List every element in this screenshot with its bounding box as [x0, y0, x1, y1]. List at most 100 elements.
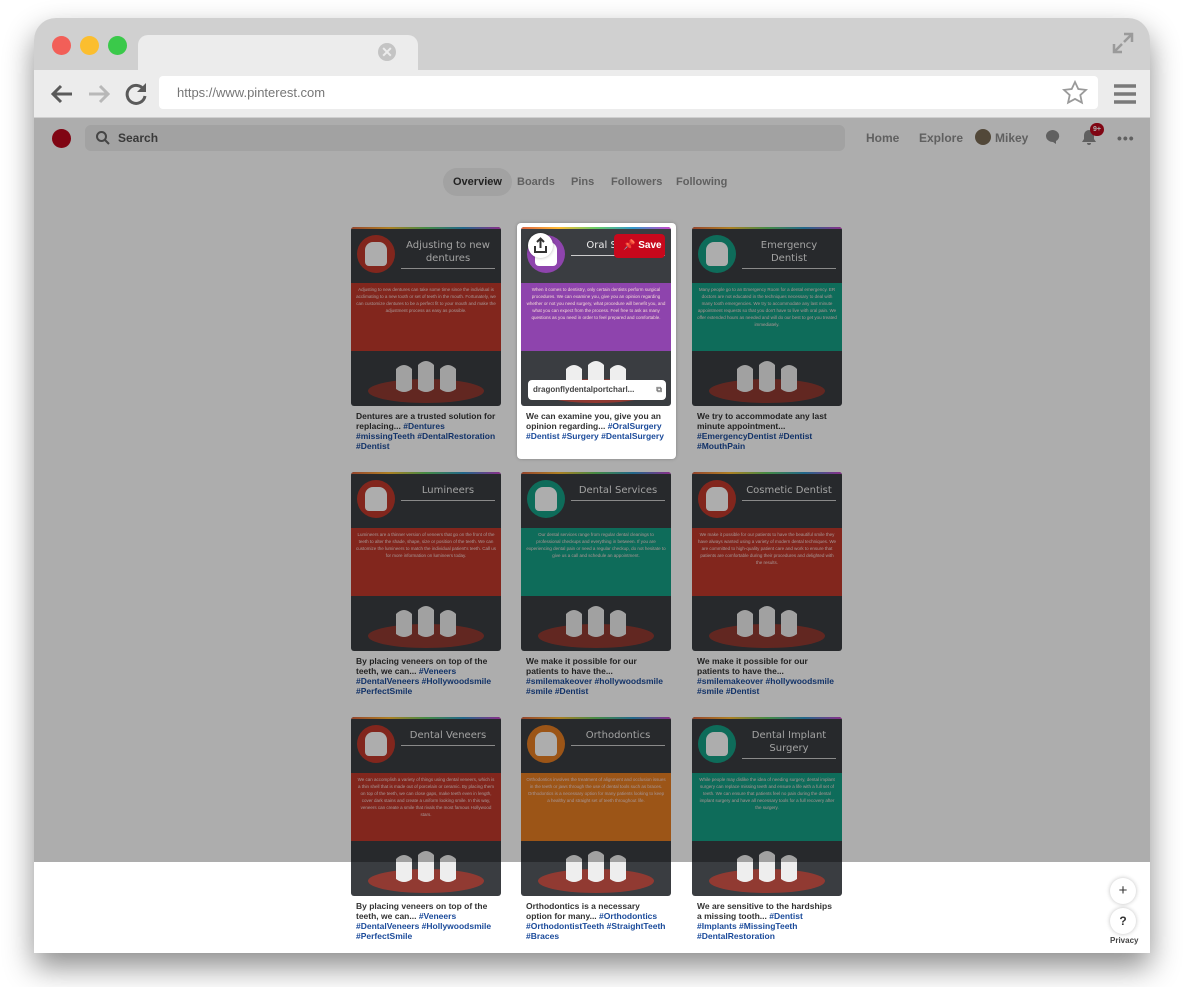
privacy-link[interactable]: Privacy [1110, 936, 1138, 945]
color-stripe [521, 472, 671, 474]
pin-body-text: Orthodontics involves the treatment of a… [521, 773, 671, 841]
more-options-icon[interactable]: ••• [1117, 130, 1135, 146]
pin-body-text: While people may dislike the idea of nee… [692, 773, 842, 841]
nav-explore-link[interactable]: Explore [919, 131, 963, 145]
pin-body-text: Lumineers are a thinner version of venee… [351, 528, 501, 596]
pin-description: We try to accommodate any last minute ap… [697, 411, 839, 451]
profile-tabs: Overview Boards Pins Followers Following [34, 168, 1150, 198]
browser-window: ✕ https://www.pinterest.com Search Home … [34, 18, 1150, 953]
tooth-icon [535, 732, 557, 756]
color-stripe [521, 717, 671, 719]
source-link-text: dragonflydentalportcharl... [533, 385, 635, 394]
color-stripe [351, 472, 501, 474]
pin-body-text: When it comes to dentistry, only certain… [521, 283, 671, 351]
search-placeholder: Search [118, 131, 159, 145]
tab-overview[interactable]: Overview [443, 168, 512, 196]
tooth-icon [706, 487, 728, 511]
color-stripe [692, 472, 842, 474]
pin-body-text: Our dental services range from regular d… [521, 528, 671, 596]
teeth-illustration [368, 606, 484, 648]
pin-title: Dental Veneers [401, 729, 495, 746]
reload-icon[interactable] [122, 80, 150, 108]
pin-body-text: We can accomplish a variety of things us… [351, 773, 501, 841]
teeth-illustration [368, 361, 484, 403]
pin-image[interactable]: Emergency Dentist Many people go to an Em… [692, 227, 842, 406]
color-stripe [351, 227, 501, 229]
fullscreen-icon[interactable] [1110, 30, 1136, 56]
maximize-window-button[interactable] [108, 36, 127, 55]
add-pin-button[interactable]: + [1110, 878, 1136, 904]
pin-description: We can examine you, give you an opinion … [526, 411, 668, 441]
teeth-illustration [538, 851, 654, 893]
pin-title: Adjusting to new dentures [401, 239, 495, 269]
pin-title: Dental Implant Surgery [742, 729, 836, 759]
save-button[interactable]: 📌 Save [614, 234, 665, 258]
tab-pins[interactable]: Pins [561, 168, 604, 196]
pin-title: Cosmetic Dentist [742, 484, 836, 501]
address-bar: https://www.pinterest.com [34, 70, 1150, 118]
messages-icon[interactable] [1045, 129, 1061, 145]
close-window-button[interactable] [52, 36, 71, 55]
teeth-illustration [538, 606, 654, 648]
share-icon [534, 237, 547, 253]
pinterest-page: Search Home Explore Mikey 9+ ••• Overvie… [34, 118, 1150, 953]
teeth-illustration [709, 606, 825, 648]
tooth-icon [706, 732, 728, 756]
tooth-icon [706, 242, 728, 266]
pin-description: We make it possible for our patients to … [697, 656, 839, 696]
nav-user-link[interactable]: Mikey [995, 131, 1028, 145]
minimize-window-button[interactable] [80, 36, 99, 55]
pin-hashtags[interactable]: #smilemakeover #hollywoodsmile #smile #D… [526, 676, 663, 696]
pin-hashtags[interactable]: #EmergencyDentist #Dentist #MouthPain [697, 431, 812, 451]
help-button[interactable]: ? [1110, 908, 1136, 934]
search-input[interactable]: Search [85, 125, 845, 151]
pin-hashtags[interactable]: #smilemakeover #hollywoodsmile #smile #D… [697, 676, 834, 696]
color-stripe [692, 227, 842, 229]
pin-image[interactable]: Dental Services Our dental services range… [521, 472, 671, 651]
back-arrow-icon[interactable] [48, 80, 76, 108]
tab-boards[interactable]: Boards [507, 168, 565, 196]
tab-followers[interactable]: Followers [601, 168, 672, 196]
tooth-icon [365, 732, 387, 756]
color-stripe [351, 717, 501, 719]
hamburger-menu-icon[interactable] [1112, 82, 1138, 106]
pin-description: By placing veneers on top of the teeth, … [356, 901, 498, 941]
pin-title: Lumineers [401, 484, 495, 501]
pin-image[interactable]: Dental Implant Surgery While people may d… [692, 717, 842, 896]
avatar[interactable] [975, 129, 991, 145]
teeth-illustration [709, 851, 825, 893]
send-pin-button[interactable] [528, 233, 553, 258]
tab-following[interactable]: Following [666, 168, 737, 196]
teeth-illustration [368, 851, 484, 893]
pin-icon: 📌 [623, 240, 636, 251]
url-field[interactable]: https://www.pinterest.com [159, 76, 1098, 109]
pin-description: Dentures are a trusted solution for repl… [356, 411, 498, 451]
color-stripe [521, 227, 671, 229]
pin-desc-text: We make it possible for our patients to … [526, 656, 637, 676]
pin-image[interactable]: Dental Veneers We can accomplish a variet… [351, 717, 501, 896]
pin-image[interactable]: Lumineers Lumineers are a thinner version… [351, 472, 501, 651]
url-text: https://www.pinterest.com [177, 85, 326, 100]
pin-desc-text: We are sensitive to the hardships a miss… [697, 901, 832, 921]
tab-close-icon[interactable]: ✕ [378, 43, 396, 61]
tooth-icon [365, 487, 387, 511]
search-icon [96, 131, 110, 145]
browser-tab[interactable]: ✕ [138, 35, 418, 70]
pin-image[interactable]: Orthodontics Orthodontics involves the tr… [521, 717, 671, 896]
pin-description: Orthodontics is a necessary option for m… [526, 901, 668, 941]
pin-body-text: Many people go to an Emergency Room for … [692, 283, 842, 351]
teeth-illustration [709, 361, 825, 403]
pin-title: Orthodontics [571, 729, 665, 746]
tooth-icon [535, 487, 557, 511]
pinterest-header: Search Home Explore Mikey 9+ ••• [34, 118, 1150, 160]
nav-home-link[interactable]: Home [866, 131, 899, 145]
bookmark-star-icon[interactable] [1062, 80, 1088, 106]
pin-desc-text: We try to accommodate any last minute ap… [697, 411, 827, 431]
notification-badge: 9+ [1090, 123, 1104, 136]
pinterest-logo-icon[interactable] [52, 129, 71, 148]
color-stripe [692, 717, 842, 719]
pin-source-link[interactable]: dragonflydentalportcharl... ⧉ [528, 380, 666, 400]
pin-image[interactable]: Adjusting to new dentures Adjusting to ne… [351, 227, 501, 406]
pin-image[interactable]: Cosmetic Dentist We make it possible for … [692, 472, 842, 651]
forward-arrow-icon[interactable] [85, 80, 113, 108]
